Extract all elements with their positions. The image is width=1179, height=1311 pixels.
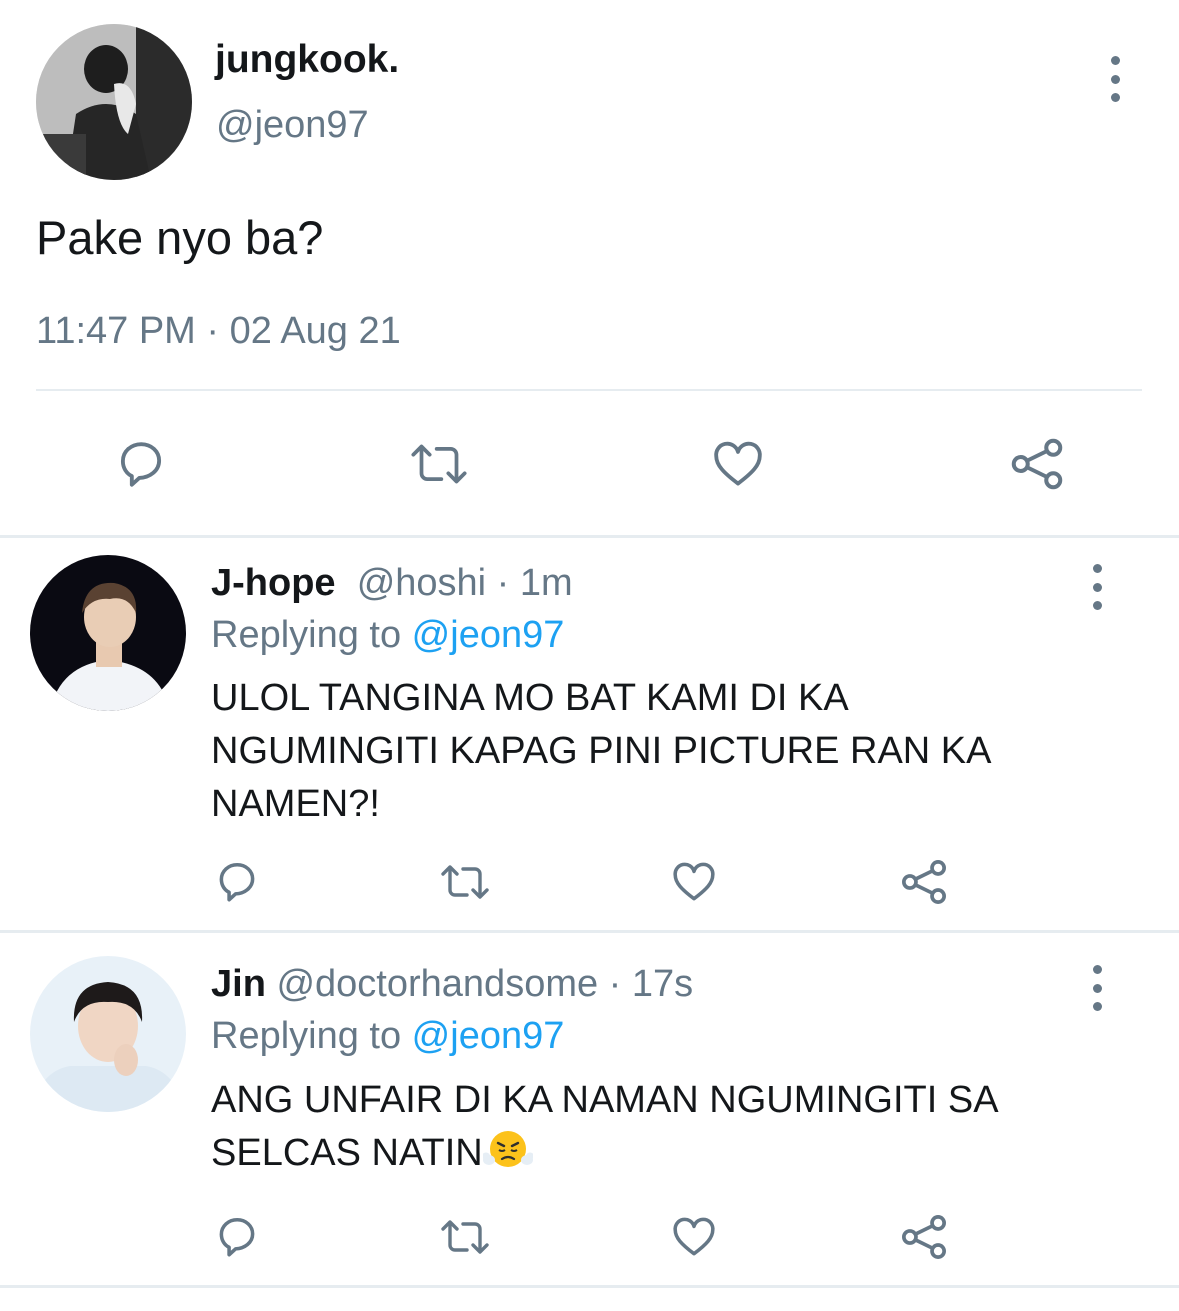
replying-to-link[interactable]: @jeon97 bbox=[412, 1015, 565, 1057]
like-icon[interactable] bbox=[667, 1211, 721, 1261]
reply-author-handle[interactable]: @hoshi bbox=[357, 562, 486, 604]
tweet-timestamp[interactable]: 11:47 PM · 02 Aug 21 bbox=[36, 310, 401, 353]
replying-prefix: Replying to bbox=[211, 614, 412, 656]
reply-text-line: NAMEN?! bbox=[211, 783, 380, 825]
reply-text-line: SELCAS NATIN bbox=[211, 1132, 483, 1174]
reply-tweet: Jin @doctorhandsome · 17s Replying to @j… bbox=[0, 933, 1179, 1285]
main-author-avatar[interactable] bbox=[36, 24, 192, 180]
retweet-icon[interactable] bbox=[436, 1213, 494, 1261]
reply-tweet: J-hope @hoshi · 1m Replying to @jeon97 U… bbox=[0, 538, 1179, 930]
share-icon[interactable] bbox=[898, 1211, 950, 1263]
retweet-icon[interactable] bbox=[436, 858, 494, 906]
divider bbox=[36, 389, 1142, 391]
avatar-photo-icon bbox=[30, 555, 186, 711]
reply-author-name[interactable]: Jin bbox=[211, 963, 266, 1005]
replying-prefix: Replying to bbox=[211, 1015, 412, 1057]
share-icon[interactable] bbox=[898, 856, 950, 908]
reply-text-line: ANG UNFAIR DI KA NAMAN NGUMINGITI SA bbox=[211, 1079, 999, 1121]
share-icon[interactable] bbox=[1006, 434, 1068, 494]
reply-time: · 1m bbox=[486, 562, 573, 604]
main-tweet: jungkook. @jeon97 Pake nyo ba? 11:47 PM … bbox=[0, 0, 1179, 535]
reply-author-avatar[interactable] bbox=[30, 956, 186, 1112]
more-options-icon[interactable] bbox=[1087, 564, 1107, 610]
like-icon[interactable] bbox=[708, 434, 768, 492]
reply-icon[interactable] bbox=[212, 856, 262, 906]
more-options-icon[interactable] bbox=[1105, 56, 1125, 102]
replying-to-label: Replying to @jeon97 bbox=[211, 1015, 564, 1058]
reply-author-avatar[interactable] bbox=[30, 555, 186, 711]
triumph-face-emoji bbox=[481, 1127, 534, 1171]
reply-time: · 17s bbox=[598, 963, 694, 1005]
reply-icon[interactable] bbox=[112, 434, 170, 492]
reply-text: ULOL TANGINA MO BAT KAMI DI KA NGUMINGIT… bbox=[211, 672, 1111, 831]
avatar-photo-icon bbox=[36, 24, 192, 180]
reply-separator bbox=[0, 1285, 1179, 1288]
reply-author-name[interactable]: J-hope bbox=[211, 562, 336, 604]
reply-text-line-with-emoji: SELCAS NATIN bbox=[211, 1127, 1111, 1180]
reply-text: ANG UNFAIR DI KA NAMAN NGUMINGITI SA SEL… bbox=[211, 1074, 1111, 1180]
reply-author-handle[interactable]: @doctorhandsome bbox=[276, 963, 598, 1005]
reply-text-line: NGUMINGITI KAPAG PINI PICTURE RAN KA bbox=[211, 730, 992, 772]
main-author-name[interactable]: jungkook. bbox=[215, 38, 399, 82]
like-icon[interactable] bbox=[667, 856, 721, 906]
replying-to-label: Replying to @jeon97 bbox=[211, 614, 564, 657]
replying-to-link[interactable]: @jeon97 bbox=[412, 614, 565, 656]
more-options-icon[interactable] bbox=[1087, 965, 1107, 1011]
avatar-photo-icon bbox=[30, 956, 186, 1112]
main-author-handle[interactable]: @jeon97 bbox=[216, 104, 369, 147]
reply-icon[interactable] bbox=[212, 1211, 262, 1261]
tweet-text: Pake nyo ba? bbox=[36, 211, 324, 264]
reply-text-line: ULOL TANGINA MO BAT KAMI DI KA bbox=[211, 677, 849, 719]
retweet-icon[interactable] bbox=[406, 436, 472, 492]
